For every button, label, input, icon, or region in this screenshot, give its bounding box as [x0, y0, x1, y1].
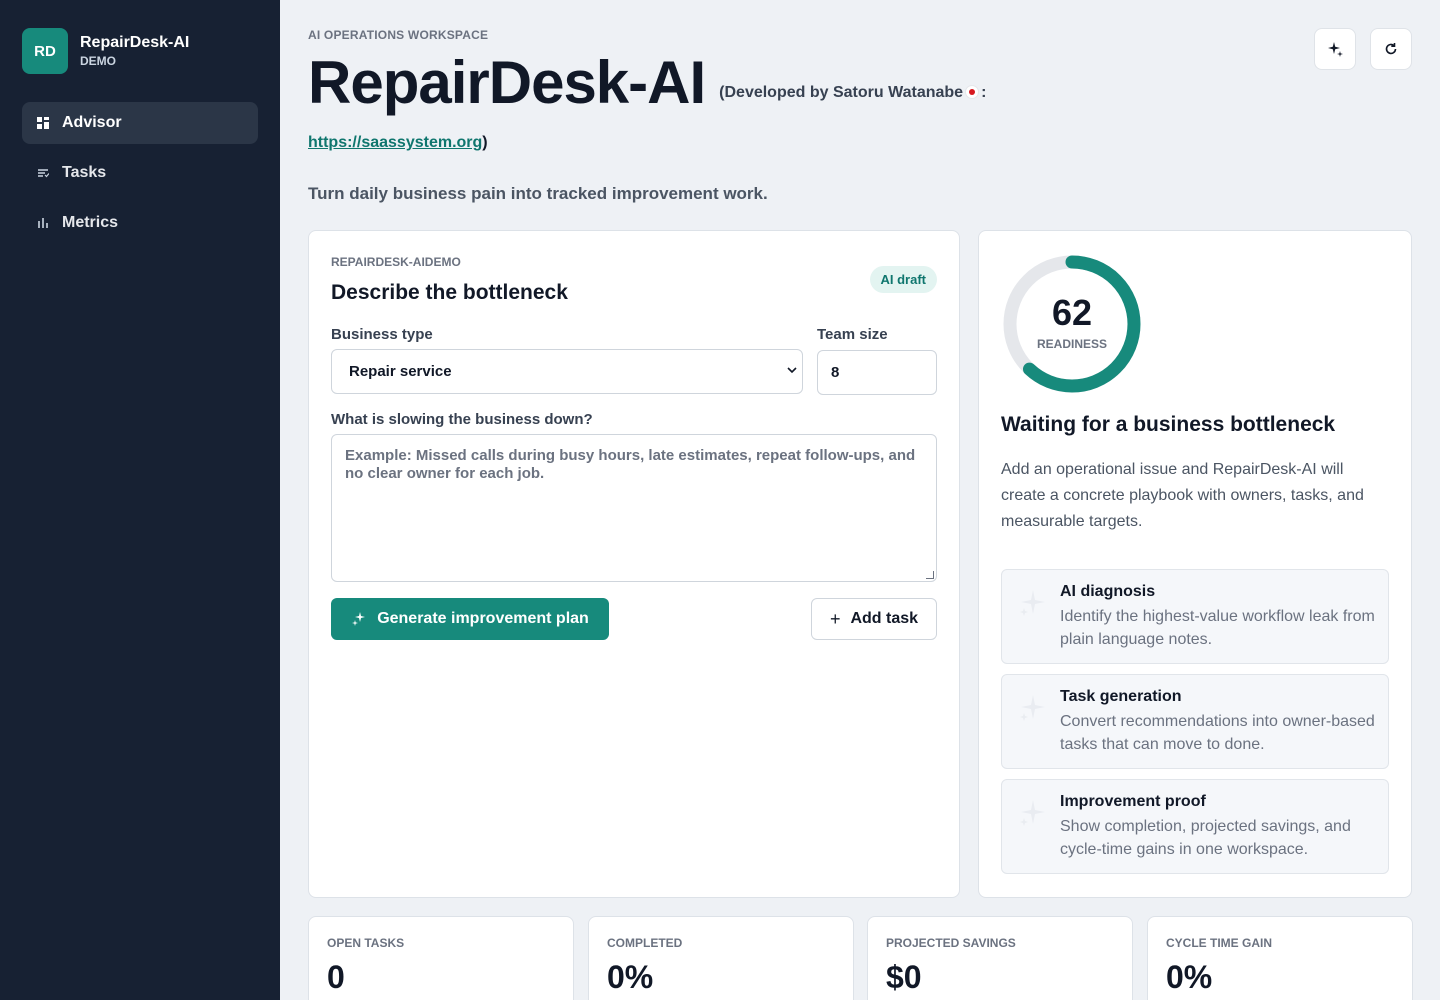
sparkle-icon: [1018, 798, 1048, 835]
sidebar: RD RepairDesk-AI DEMO Advisor Tasks Metr…: [0, 0, 280, 1000]
feature-description: Show completion, projected savings, and …: [1060, 818, 1351, 858]
feature-description: Convert recommendations into owner-based…: [1060, 713, 1375, 753]
ai-draft-badge: AI draft: [869, 266, 937, 293]
business-type-select[interactable]: Repair service: [331, 349, 803, 394]
generate-plan-label: Generate improvement plan: [377, 610, 589, 627]
stat-completed: COMPLETED 0%: [588, 916, 854, 1000]
form-eyebrow: REPAIRDESK-AIDEMO: [331, 255, 461, 269]
sidebar-item-label: Metrics: [62, 214, 119, 231]
sidebar-item-label: Advisor: [62, 114, 122, 131]
slowdown-placeholder: Example: Missed calls during busy hours,…: [345, 447, 916, 482]
stat-label: PROJECTED SAVINGS: [886, 936, 1016, 950]
stat-projected-savings: PROJECTED SAVINGS $0: [867, 916, 1133, 1000]
japan-flag-icon: [965, 85, 980, 99]
brand-logo: RD: [22, 28, 68, 74]
tagline: Turn daily business pain into tracked im…: [308, 184, 768, 203]
brand[interactable]: RD RepairDesk-AI DEMO: [22, 28, 189, 74]
stat-label: CYCLE TIME GAIN: [1166, 936, 1273, 950]
sidebar-nav: Advisor Tasks Metrics: [22, 102, 258, 252]
stat-open-tasks: OPEN TASKS 0: [308, 916, 574, 1000]
team-size-label: Team size: [817, 326, 888, 343]
feature-improvement-proof: Improvement proof Show completion, proje…: [1001, 779, 1389, 874]
stat-value: $0: [886, 959, 922, 995]
plus-icon: +: [829, 608, 841, 629]
feature-title: Improvement proof: [1060, 793, 1206, 810]
website-link[interactable]: https://saassystem.org: [308, 134, 482, 151]
slowdown-label: What is slowing the business down?: [331, 411, 593, 428]
title-row: RepairDesk-AI (Developed by Satoru Watan…: [308, 50, 986, 116]
stat-value: 0%: [1166, 959, 1213, 995]
developer-note-colon: :: [981, 84, 987, 101]
stat-value: 0: [327, 959, 345, 995]
slowdown-textarea[interactable]: Example: Missed calls during busy hours,…: [331, 434, 937, 582]
stat-label: COMPLETED: [607, 936, 683, 950]
sidebar-item-label: Tasks: [62, 164, 107, 181]
sparkle-icon: [1328, 42, 1343, 57]
readiness-label: READINESS: [1036, 337, 1107, 351]
stat-label: OPEN TASKS: [327, 936, 405, 950]
link-row: https://saassystem.org): [308, 134, 488, 152]
team-size-input[interactable]: 8: [817, 350, 937, 395]
developer-note-text: (Developed by Satoru Watanabe: [719, 84, 964, 101]
ai-sparkle-button[interactable]: [1314, 28, 1356, 70]
add-task-button[interactable]: + Add task: [811, 598, 937, 640]
sidebar-item-metrics[interactable]: Metrics: [22, 202, 258, 244]
stat-cycle-time-gain: CYCLE TIME GAIN 0%: [1147, 916, 1413, 1000]
bottleneck-form-card: REPAIRDESK-AIDEMO Describe the bottlenec…: [308, 230, 960, 898]
business-type-value: Repair service: [349, 363, 452, 380]
feature-title: Task generation: [1060, 688, 1182, 705]
readiness-title: Waiting for a business bottleneck: [1001, 413, 1336, 436]
add-task-label: Add task: [850, 610, 919, 627]
developer-note: (Developed by Satoru Watanabe:: [719, 84, 986, 102]
refresh-icon: [1385, 43, 1397, 55]
feature-ai-diagnosis: AI diagnosis Identify the highest-value …: [1001, 569, 1389, 664]
task-list-icon: [36, 166, 50, 180]
sidebar-item-advisor[interactable]: Advisor: [22, 102, 258, 144]
chevron-down-icon: [786, 364, 798, 379]
sidebar-item-tasks[interactable]: Tasks: [22, 152, 258, 194]
form-title: Describe the bottleneck: [331, 281, 568, 304]
link-suffix: ): [482, 134, 488, 151]
brand-sub: DEMO: [80, 54, 116, 68]
sparkle-icon: [351, 610, 367, 629]
readiness-score: 62: [1051, 292, 1093, 333]
sparkle-icon: [1018, 693, 1048, 730]
stat-value: 0%: [607, 959, 654, 995]
generate-plan-button[interactable]: Generate improvement plan: [331, 598, 609, 640]
feature-description: Identify the highest-value workflow leak…: [1060, 608, 1375, 648]
business-type-label: Business type: [331, 326, 433, 343]
readiness-card: 62 READINESS Waiting for a business bott…: [978, 230, 1412, 898]
feature-task-generation: Task generation Convert recommendations …: [1001, 674, 1389, 769]
sparkle-icon: [1018, 588, 1048, 625]
page-eyebrow: AI OPERATIONS WORKSPACE: [308, 28, 489, 42]
feature-title: AI diagnosis: [1060, 583, 1156, 600]
brand-name: RepairDesk-AI: [80, 34, 190, 51]
resize-handle-icon[interactable]: [926, 571, 934, 579]
page-title: RepairDesk-AI: [308, 49, 706, 116]
refresh-button[interactable]: [1370, 28, 1412, 70]
readiness-description: Add an operational issue and RepairDesk-…: [1001, 461, 1364, 530]
bar-chart-icon: [36, 216, 50, 230]
grid-icon: [36, 116, 50, 130]
